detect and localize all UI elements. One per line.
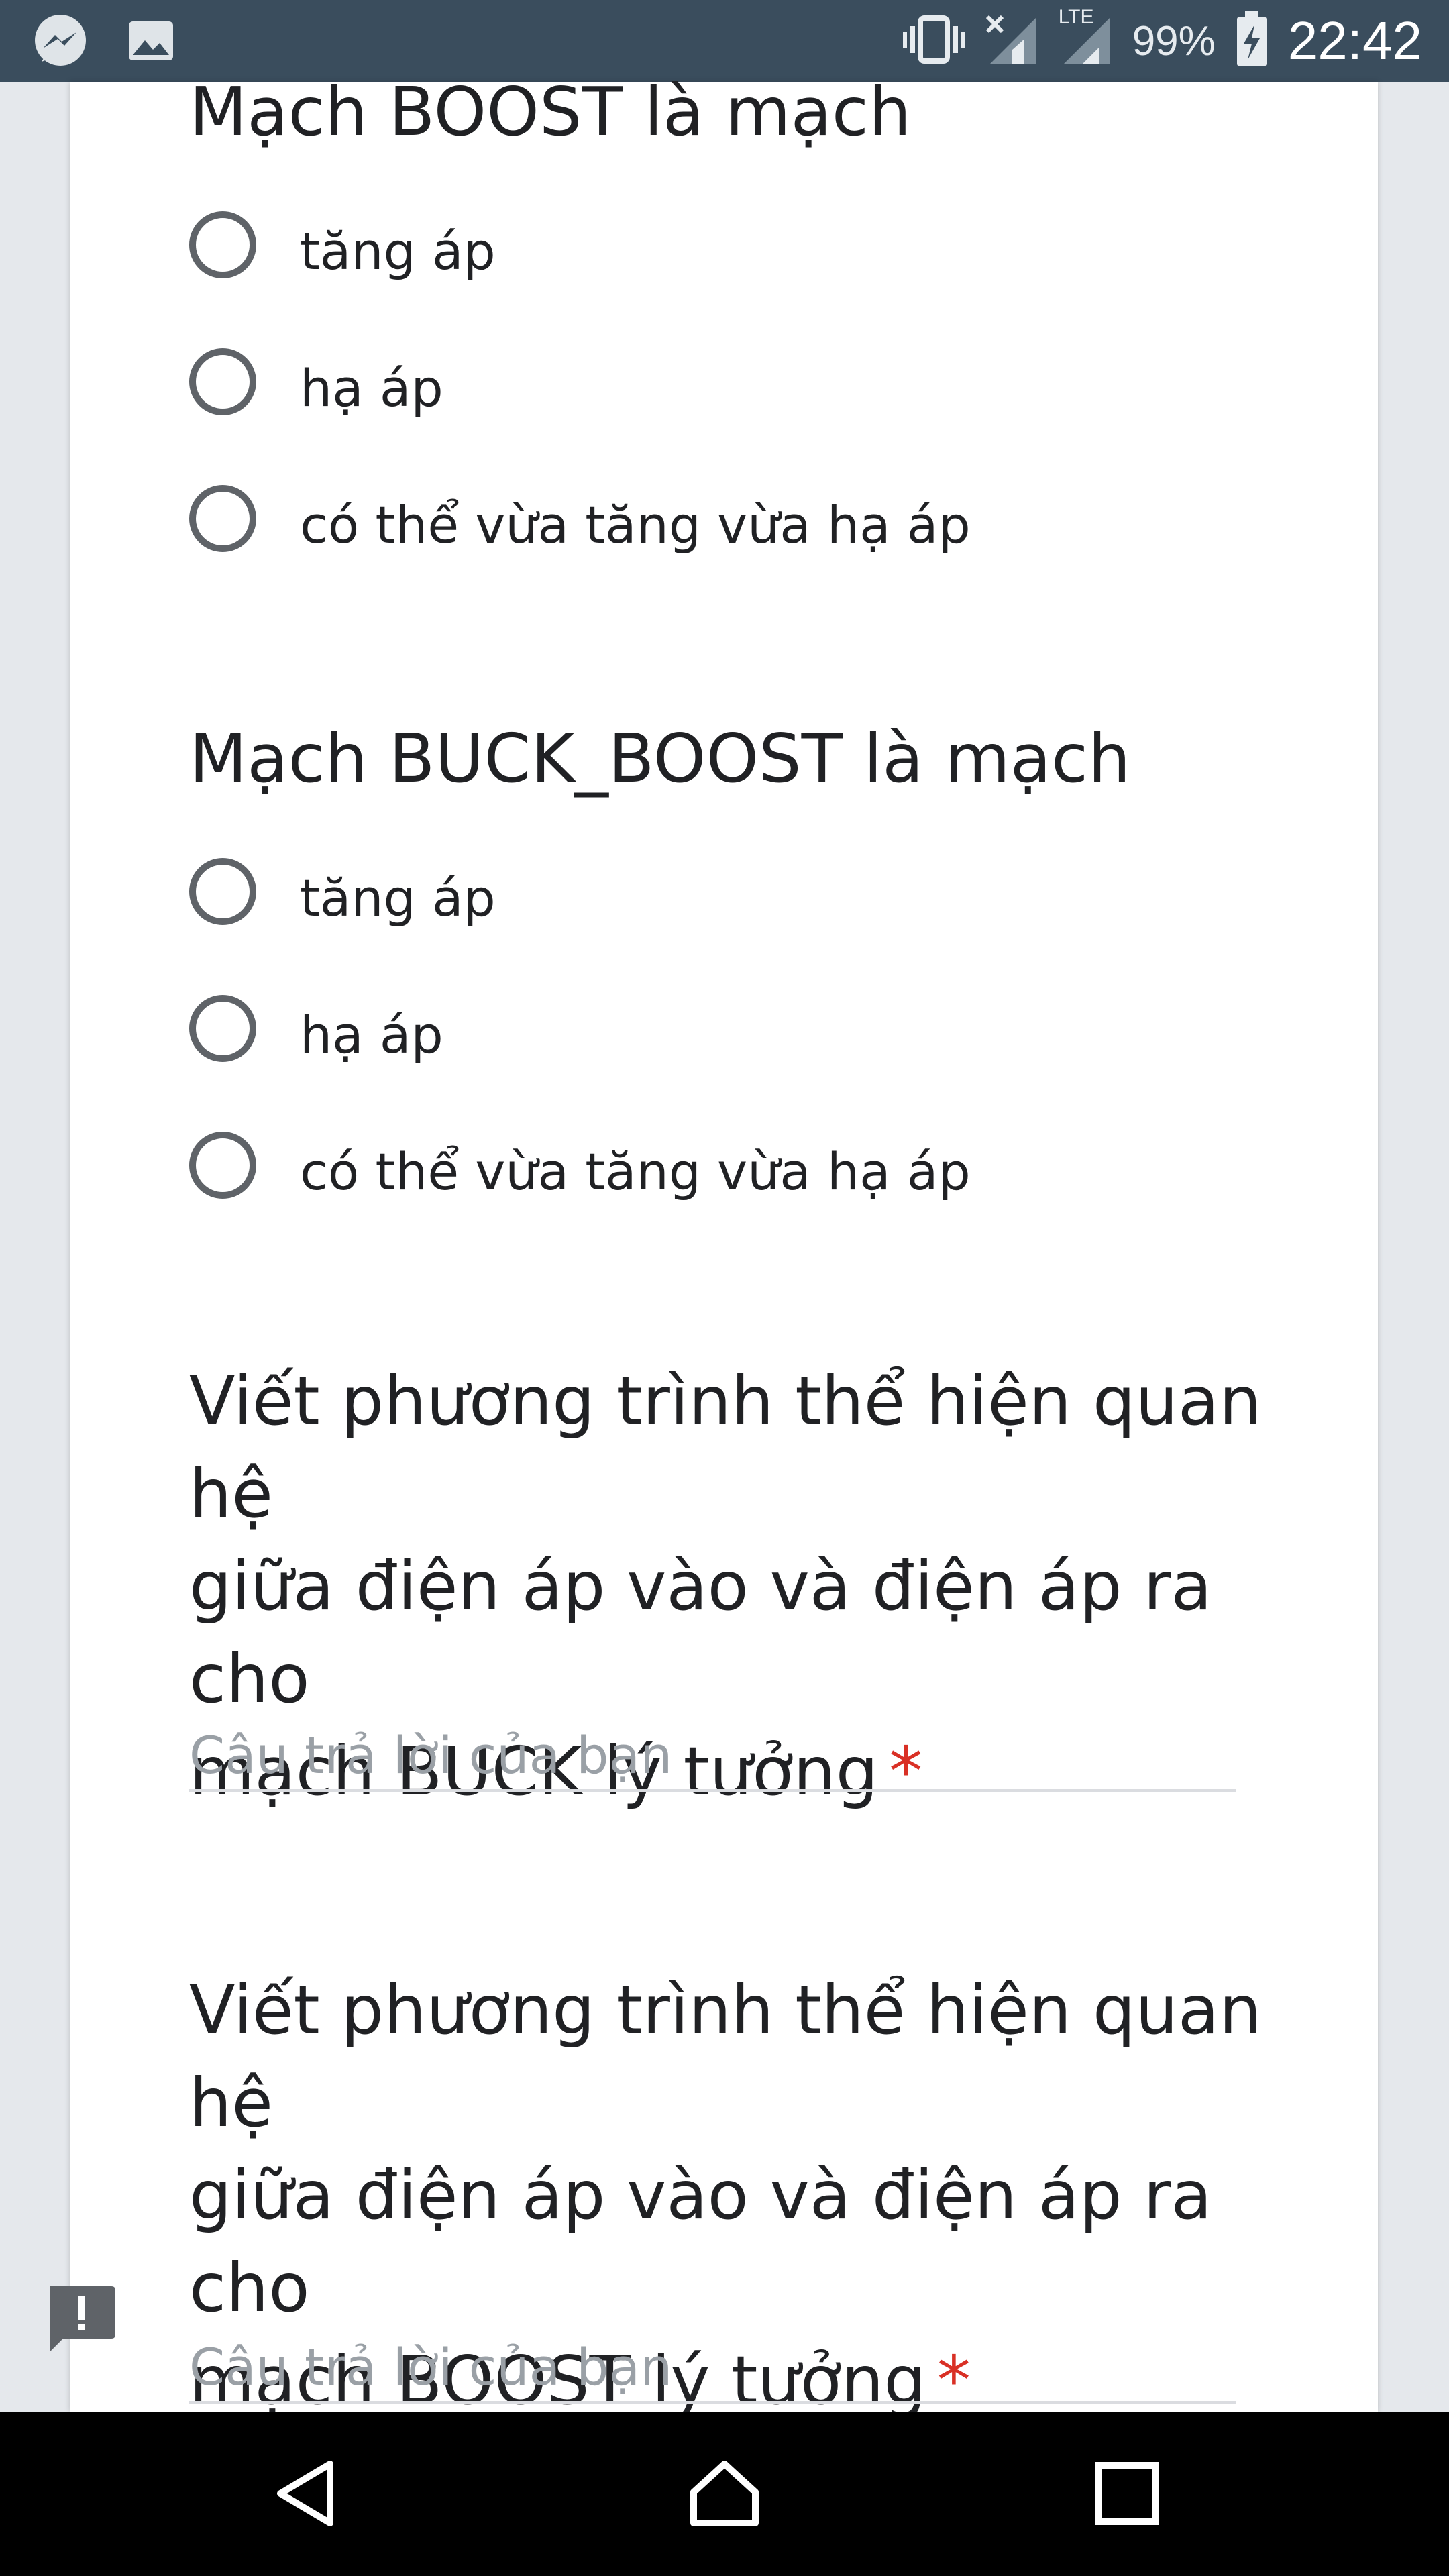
feedback-icon[interactable] (43, 2281, 118, 2356)
radio-option-label: có thể vừa tăng vừa hạ áp (300, 495, 971, 555)
clock: 22:42 (1287, 11, 1422, 70)
radio-option-label: có thể vừa tăng vừa hạ áp (300, 1142, 971, 1201)
form-card: Mạch BOOST là mạch tăng áp hạ áp có thể … (70, 72, 1378, 2420)
radio-option[interactable]: tăng áp (189, 855, 1263, 928)
answer-placeholder: Câu trả lời của bạn (189, 1725, 673, 1785)
radio-button[interactable] (189, 858, 256, 925)
home-icon[interactable] (684, 2453, 765, 2534)
radio-option-label: tăng áp (300, 221, 496, 281)
signal-lte-icon: LTE (1059, 6, 1112, 69)
question-title-line: Viết phương trình thể hiện quan hệ (189, 1362, 1262, 1533)
question-title-line: Viết phương trình thể hiện quan hệ (189, 1971, 1262, 2142)
vibrate-icon (902, 13, 965, 69)
question-title-line: giữa điện áp vào và điện áp ra cho (189, 1547, 1212, 1718)
radio-option[interactable]: có thể vừa tăng vừa hạ áp (189, 1128, 1263, 1202)
radio-button[interactable] (189, 211, 256, 278)
messenger-icon (32, 13, 89, 72)
question-title: Mạch BUCK_BOOST là mạch (189, 719, 1131, 798)
question-title-line: giữa điện áp vào và điện áp ra cho (189, 2156, 1212, 2327)
back-icon[interactable] (268, 2453, 349, 2534)
signal-no-sim-icon (985, 13, 1038, 69)
answer-input[interactable]: Câu trả lời của bạn (189, 2324, 1236, 2404)
network-type-label: LTE (1058, 6, 1094, 28)
image-icon (126, 13, 177, 72)
battery-percent: 99% (1132, 17, 1216, 64)
battery-charging-icon (1236, 11, 1268, 70)
radio-option[interactable]: tăng áp (189, 208, 1263, 282)
radio-option-label: hạ áp (300, 1005, 443, 1065)
radio-button[interactable] (189, 348, 256, 415)
radio-option[interactable]: có thể vừa tăng vừa hạ áp (189, 482, 1263, 555)
recents-icon[interactable] (1087, 2453, 1167, 2534)
radio-option-label: hạ áp (300, 358, 443, 418)
radio-option[interactable]: hạ áp (189, 345, 1263, 419)
radio-option[interactable]: hạ áp (189, 991, 1263, 1065)
question-title: Mạch BOOST là mạch (189, 72, 912, 151)
answer-input[interactable]: Câu trả lời của bạn (189, 1712, 1236, 1792)
radio-button[interactable] (189, 995, 256, 1062)
answer-placeholder: Câu trả lời của bạn (189, 2337, 673, 2397)
radio-button[interactable] (189, 1132, 256, 1199)
radio-button[interactable] (189, 485, 256, 552)
navigation-bar (0, 2412, 1449, 2576)
radio-option-label: tăng áp (300, 868, 496, 928)
